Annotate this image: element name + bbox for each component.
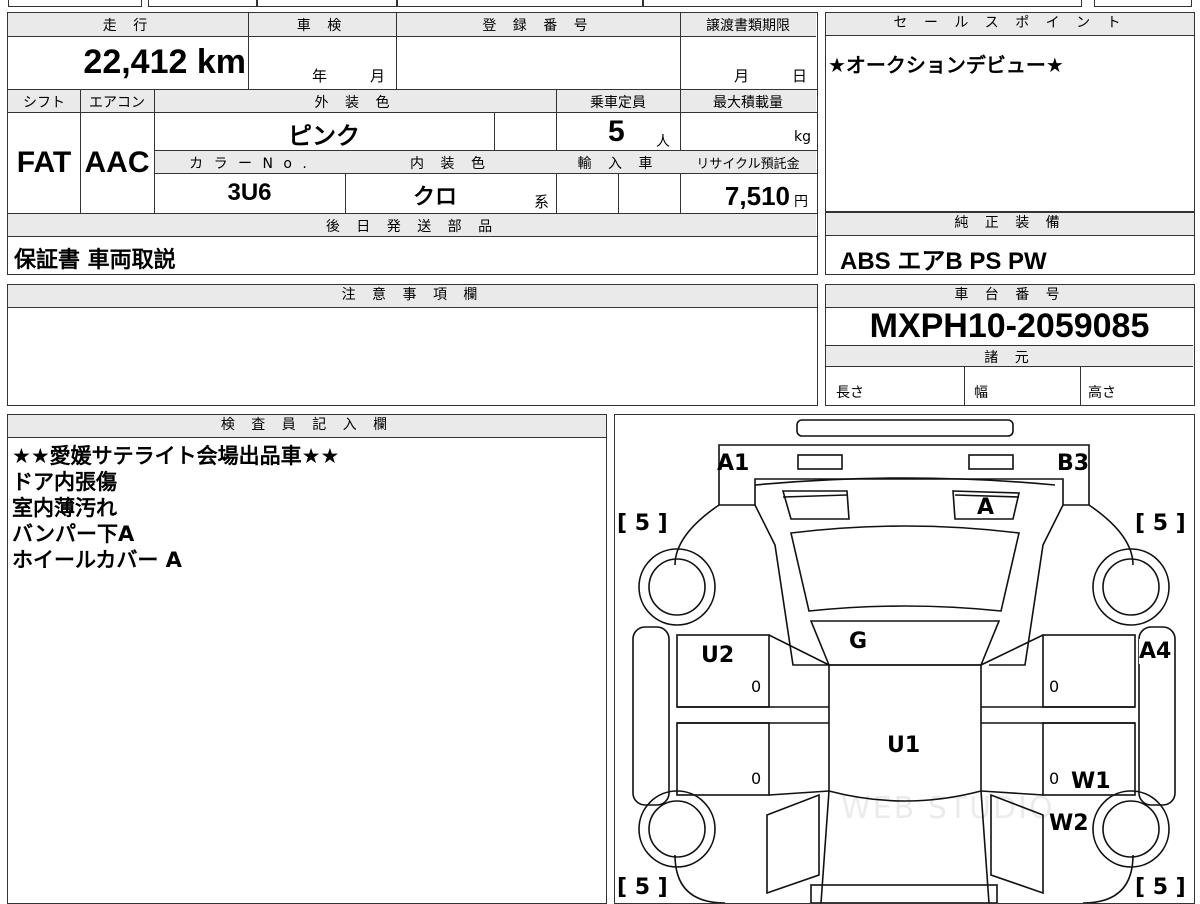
transfer-deadline-label: 譲渡書類期限 <box>706 18 790 34</box>
sales-point-box: セ ー ル ス ポ イ ン ト ★オークションデビュー★ <box>825 12 1195 212</box>
color-no-label: カ ラ ー N o . <box>189 156 310 172</box>
damage-mark-u2: U2 <box>701 643 735 668</box>
door-zero: 0 <box>1049 769 1060 788</box>
max-load-unit: kg <box>794 129 811 145</box>
interior-color-value: クロ <box>412 185 457 210</box>
door-zero: 0 <box>751 769 762 788</box>
inspection-year: 年 <box>312 67 328 85</box>
mileage-label: 走 行 <box>102 18 154 34</box>
damage-mark-a: A <box>977 495 995 520</box>
interior-color-label: 内 装 色 <box>410 156 491 172</box>
inspector-note: ★★愛媛サテライト会場出品車★★ <box>12 444 340 468</box>
inspector-notes: ★★愛媛サテライト会場出品車★★ ドア内張傷 室内薄汚れ バンパー下A ホイール… <box>12 443 339 573</box>
watermark: WEB STUDIO <box>841 791 1055 826</box>
damage-mark-w1: W1 <box>1071 769 1111 794</box>
inspector-box: 検 査 員 記 入 欄 ★★愛媛サテライト会場出品車★★ ドア内張傷 室内薄汚れ… <box>7 414 607 904</box>
mileage-number: 22,412 <box>83 43 188 81</box>
exterior-color-label: 外 装 色 <box>314 95 396 111</box>
damage-mark-a1: A1 <box>717 451 750 476</box>
sales-point-label: セ ー ル ス ポ イ ン ト <box>826 13 1194 36</box>
inspector-note: バンパー下A <box>12 522 135 546</box>
shift-label: シフト <box>23 95 65 111</box>
top-strip-left <box>8 0 142 7</box>
chassis-label: 車 台 番 号 <box>826 285 1194 308</box>
tire-depth: [ 5 ] <box>1135 875 1186 900</box>
equipment-value: ABS エアB PS PW <box>840 248 1047 275</box>
inspector-note: ホイールカバー A <box>12 548 182 572</box>
chassis-value: MXPH10-2059085 <box>869 307 1150 345</box>
exterior-color-value: ピンク <box>288 122 360 150</box>
reg-number-label: 登 録 番 号 <box>482 18 594 34</box>
inspector-note: ドア内張傷 <box>12 470 117 494</box>
damage-mark-u1: U1 <box>887 733 921 758</box>
top-strip-mid3 <box>396 0 644 7</box>
later-parts-label: 後 日 発 送 部 品 <box>325 219 499 235</box>
ac-label: エアコン <box>89 95 145 111</box>
import-label: 輸 入 車 <box>577 156 659 172</box>
recycle-unit: 円 <box>794 194 808 210</box>
top-strip-far-right <box>1094 0 1192 7</box>
top-strip-mid2 <box>256 0 398 7</box>
damage-mark-b3: B3 <box>1057 451 1090 476</box>
specs-label: 諸 元 <box>984 350 1035 366</box>
equipment-box: 純 正 装 備 ABS エアB PS PW <box>825 212 1195 275</box>
height-label: 高さ <box>1088 385 1116 401</box>
chassis-box: 車 台 番 号 MXPH10-2059085 諸 元 長さ 幅 高さ <box>825 284 1195 406</box>
caution-label: 注 意 事 項 欄 <box>8 285 817 308</box>
shift-value: FAT <box>16 146 72 179</box>
top-strip-mid <box>148 0 258 7</box>
door-zero: 0 <box>1049 677 1060 696</box>
recycle-label: リサイクル預託金 <box>696 157 800 172</box>
vehicle-info-grid: 走 行 車 検 登 録 番 号 譲渡書類期限 22,412 km 年 月 月 日… <box>7 12 818 275</box>
door-zero: 0 <box>751 677 762 696</box>
width-label: 幅 <box>974 385 988 401</box>
tire-depth: [ 5 ] <box>617 511 668 536</box>
later-parts-value: 保証書 車両取説 <box>14 248 176 273</box>
length-label: 長さ <box>836 385 864 401</box>
top-strip-right <box>642 0 1082 7</box>
interior-color-suffix: 系 <box>534 193 550 211</box>
tire-depth: [ 5 ] <box>1135 511 1186 536</box>
damage-mark-g: G <box>849 629 868 654</box>
damage-mark-a4: A4 <box>1139 639 1172 664</box>
inspection-label: 車 検 <box>296 18 348 34</box>
mileage-value: 22,412 km <box>8 43 250 82</box>
inspector-note: 室内薄汚れ <box>12 496 117 520</box>
inspector-label: 検 査 員 記 入 欄 <box>8 415 606 438</box>
sales-point-value: ★オークションデビュー★ <box>828 53 1064 77</box>
transfer-month: 月 <box>734 67 750 85</box>
capacity-unit: 人 <box>656 134 670 150</box>
color-no-value: 3U6 <box>227 179 272 206</box>
ac-value: AAC <box>84 146 150 179</box>
recycle-value: 7,510 <box>724 181 790 211</box>
equipment-label: 純 正 装 備 <box>826 213 1194 236</box>
transfer-day: 日 <box>792 67 808 85</box>
tire-depth: [ 5 ] <box>617 875 668 900</box>
capacity-label: 乗車定員 <box>590 95 646 111</box>
max-load-label: 最大積載量 <box>713 95 783 111</box>
damage-mark-w2: W2 <box>1049 811 1089 836</box>
car-diagram-box: A1 B3 A G U2 A4 U1 W1 W2 [ 5 ] [ 5 ] [ 5… <box>614 414 1195 904</box>
caution-box: 注 意 事 項 欄 <box>7 284 818 406</box>
capacity-value: 5 <box>608 115 625 148</box>
mileage-unit: km <box>196 43 246 81</box>
inspection-month: 月 <box>370 67 386 85</box>
